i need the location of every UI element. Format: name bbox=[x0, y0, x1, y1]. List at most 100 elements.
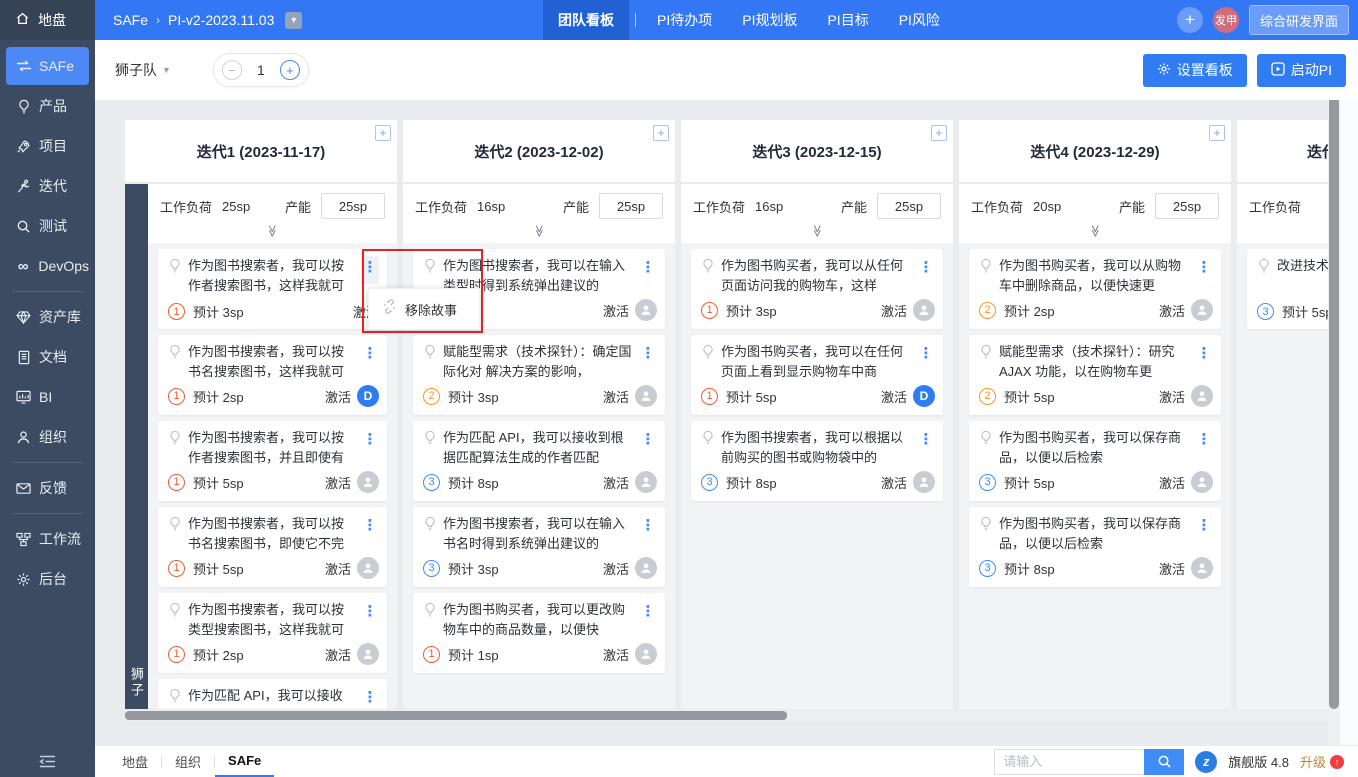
card-menu-button[interactable]: ⋮ bbox=[361, 342, 379, 370]
story-card[interactable]: 作为图书搜索者，我可以按类型搜索图书，这样我就可以找 ⋮ 1 预计 2sp 激活 bbox=[158, 593, 387, 673]
top-tab-2[interactable]: PI规划板 bbox=[727, 0, 812, 40]
card-menu-button[interactable]: ⋮ bbox=[361, 686, 379, 709]
add-story-icon[interactable]: + bbox=[375, 125, 391, 141]
assignee-avatar[interactable] bbox=[635, 299, 657, 321]
column-fold-button[interactable]: ≫ bbox=[693, 219, 941, 243]
top-tab-4[interactable]: PI风险 bbox=[884, 0, 955, 40]
search-button[interactable] bbox=[1144, 748, 1185, 775]
team-selector[interactable]: 狮子队 ▼ bbox=[115, 60, 171, 80]
card-menu-button[interactable]: ⋮ bbox=[917, 342, 935, 370]
remove-story-menu-item[interactable]: 移除故事 bbox=[405, 300, 457, 319]
story-card[interactable]: 作为图书搜索者，我可以按作者搜索图书，这样我就可以找 ⋮ 1预计 3sp激活 bbox=[158, 249, 387, 329]
column-fold-button[interactable]: ≫ bbox=[415, 219, 663, 243]
column-fold-button[interactable]: ≫ bbox=[971, 219, 1219, 243]
pi-dropdown-caret-icon[interactable]: ▼ bbox=[285, 11, 303, 29]
sidebar-collapse-button[interactable] bbox=[0, 755, 95, 768]
card-menu-button[interactable]: ⋮ bbox=[639, 514, 657, 542]
top-tab-1[interactable]: PI待办项 bbox=[642, 0, 727, 40]
story-card[interactable]: 作为图书搜索者，我可以按作者搜索图书，并且即使有拼写 ⋮ 1 预计 5sp 激活 bbox=[158, 421, 387, 501]
statusbar-tab-2[interactable]: SAFe bbox=[215, 746, 275, 777]
card-menu-button[interactable]: ⋮ bbox=[1195, 428, 1213, 456]
story-card[interactable]: 赋能型需求（技术探针）：研究 AJAX 功能，以在购物车更 ⋮ 2 预计 5sp 激… bbox=[969, 335, 1221, 415]
assignee-avatar[interactable] bbox=[635, 643, 657, 665]
story-card[interactable]: 赋能型需求（技术探针）：确定国际化对 解决方案的影响， ⋮ 2 预计 3sp 激活 bbox=[413, 335, 665, 415]
story-card[interactable]: 作为匹配 API，我可以接收到 ⋮ bbox=[158, 679, 387, 709]
stepper-decrease-button[interactable]: − bbox=[221, 60, 242, 80]
sidebar-item-9[interactable]: 组织 bbox=[6, 418, 89, 456]
assignee-avatar[interactable] bbox=[357, 643, 379, 665]
assignee-avatar[interactable]: D bbox=[913, 385, 935, 407]
add-story-icon[interactable]: + bbox=[931, 125, 947, 141]
card-menu-button[interactable]: ⋮ bbox=[917, 428, 935, 456]
sidebar-item-7[interactable]: 文档 bbox=[6, 338, 89, 376]
search-input[interactable] bbox=[994, 748, 1145, 775]
sidebar-item-8[interactable]: BI bbox=[6, 378, 89, 416]
card-menu-button[interactable]: ⋮ bbox=[639, 256, 657, 284]
add-story-icon[interactable]: + bbox=[653, 125, 669, 141]
add-icon[interactable]: + bbox=[1176, 7, 1203, 33]
card-menu-button[interactable]: ⋮ bbox=[361, 514, 379, 542]
story-card[interactable]: 作为图书购买者，我可以从任何页面访问我的购物车，这样 ⋮ 1 预计 3sp 激活 bbox=[691, 249, 943, 329]
capacity-input[interactable]: 25sp bbox=[321, 193, 385, 219]
capacity-input[interactable]: 25sp bbox=[1155, 193, 1219, 219]
home-corner[interactable]: 地盘 bbox=[0, 0, 95, 40]
card-menu-button[interactable]: ⋮ bbox=[639, 428, 657, 456]
story-card[interactable]: 作为图书购买者，我可以更改购物车中的商品数量，以便快 ⋮ 1 预计 1sp 激活 bbox=[413, 593, 665, 673]
card-menu-button[interactable]: ⋮ bbox=[361, 428, 379, 456]
horizontal-scrollbar-thumb[interactable] bbox=[125, 711, 787, 720]
sidebar-item-1[interactable]: 产品 bbox=[6, 87, 89, 125]
card-menu-button[interactable]: ⋮ bbox=[639, 600, 657, 628]
vertical-scrollbar-thumb[interactable] bbox=[1329, 97, 1339, 709]
assignee-avatar[interactable] bbox=[635, 385, 657, 407]
assignee-avatar[interactable] bbox=[1191, 385, 1213, 407]
story-card[interactable]: 作为匹配 API，我可以接收到根据匹配算法生成的作者匹配 ⋮ 3 预计 8sp 激活 bbox=[413, 421, 665, 501]
assignee-avatar[interactable]: D bbox=[357, 385, 379, 407]
story-card[interactable]: 作为图书搜索者，我可以按书名搜索图书，这样我就可以直 ⋮ 1 预计 2sp 激活 D bbox=[158, 335, 387, 415]
sidebar-item-0[interactable]: SAFe bbox=[6, 47, 89, 85]
capacity-input[interactable]: 25sp bbox=[599, 193, 663, 219]
sidebar-item-2[interactable]: 项目 bbox=[6, 127, 89, 165]
zentao-logo-icon[interactable]: z bbox=[1195, 750, 1218, 773]
sidebar-item-10[interactable]: 反馈 bbox=[6, 469, 89, 507]
assignee-avatar[interactable] bbox=[1191, 471, 1213, 493]
breadcrumb-app[interactable]: SAFe bbox=[113, 12, 148, 28]
assignee-avatar[interactable] bbox=[635, 557, 657, 579]
story-card[interactable]: 作为图书购买者，我可以保存商品，以便以后检索 ⋮ 3 预计 5sp 激活 bbox=[969, 421, 1221, 501]
assignee-avatar[interactable] bbox=[357, 471, 379, 493]
assignee-avatar[interactable] bbox=[635, 471, 657, 493]
card-menu-button[interactable]: ⋮ bbox=[361, 256, 379, 284]
column-fold-button[interactable]: ≫ bbox=[160, 219, 385, 243]
stepper-increase-button[interactable]: + bbox=[279, 60, 300, 80]
capacity-input[interactable]: 25sp bbox=[877, 193, 941, 219]
story-card[interactable]: 作为图书购买者，我可以从购物车中删除商品，以便快速更 ⋮ 2 预计 2sp 激活 bbox=[969, 249, 1221, 329]
sidebar-item-3[interactable]: 迭代 bbox=[6, 167, 89, 205]
breadcrumb-current[interactable]: PI-v2-2023.11.03 bbox=[168, 12, 274, 28]
sidebar-item-11[interactable]: 工作流 bbox=[6, 520, 89, 558]
card-menu-button[interactable]: ⋮ bbox=[1195, 256, 1213, 284]
workspace-switch-button[interactable]: 综合研发界面 bbox=[1248, 5, 1349, 35]
assignee-avatar[interactable] bbox=[913, 471, 935, 493]
top-tab-3[interactable]: PI目标 bbox=[812, 0, 883, 40]
statusbar-tab-1[interactable]: 组织 bbox=[162, 746, 214, 777]
story-card[interactable]: 作为图书搜索者，我可以根据以前购买的图书或购物袋中的 ⋮ 3 预计 8sp 激活 bbox=[691, 421, 943, 501]
upgrade-link[interactable]: 升级 ↑ bbox=[1300, 752, 1344, 771]
card-menu-button[interactable]: ⋮ bbox=[639, 342, 657, 370]
sidebar-item-5[interactable]: ∞ DevOps bbox=[6, 247, 89, 285]
card-menu-button[interactable]: ⋮ bbox=[361, 600, 379, 628]
card-menu-button[interactable]: ⋮ bbox=[1195, 514, 1213, 542]
assignee-avatar[interactable] bbox=[913, 299, 935, 321]
card-menu-button[interactable]: ⋮ bbox=[1195, 342, 1213, 370]
story-card[interactable]: 作为图书购买者，我可以保存商品，以便以后检索 ⋮ 3 预计 8sp 激活 bbox=[969, 507, 1221, 587]
top-tab-0[interactable]: 团队看板 bbox=[543, 0, 629, 40]
story-card[interactable]: 作为图书搜索者，我可以按书名搜索图书，即使它不完全匹 ⋮ 1 预计 5sp 激活 bbox=[158, 507, 387, 587]
assignee-avatar[interactable] bbox=[357, 557, 379, 579]
statusbar-tab-0[interactable]: 地盘 bbox=[109, 746, 161, 777]
story-card[interactable]: 作为图书搜索者，我可以在输入书名时得到系统弹出建议的 ⋮ 3 预计 3sp 激活 bbox=[413, 507, 665, 587]
assignee-avatar[interactable] bbox=[1191, 557, 1213, 579]
story-card[interactable]: 作为图书购买者，我可以在任何页面上看到显示购物车中商 ⋮ 1 预计 5sp 激活 D bbox=[691, 335, 943, 415]
add-story-icon[interactable]: + bbox=[1209, 125, 1225, 141]
sidebar-item-6[interactable]: 资产库 bbox=[6, 298, 89, 336]
sidebar-item-12[interactable]: 后台 bbox=[6, 560, 89, 598]
assignee-avatar[interactable] bbox=[1191, 299, 1213, 321]
card-menu-button[interactable]: ⋮ bbox=[917, 256, 935, 284]
